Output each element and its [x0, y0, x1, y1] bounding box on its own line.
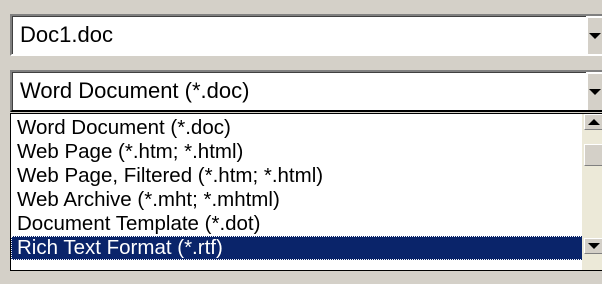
list-option-mht[interactable]: Web Archive (*.mht; *.mhtml): [11, 188, 583, 212]
scroll-up-icon: [587, 119, 600, 125]
dropdown-arrow-icon: [589, 89, 601, 95]
filename-field[interactable]: Doc1.doc: [10, 14, 602, 56]
list-option-dot[interactable]: Document Template (*.dot): [11, 212, 583, 236]
scroll-up-button[interactable]: [584, 114, 602, 130]
scroll-down-icon: [587, 243, 600, 249]
list-option-htm[interactable]: Web Page (*.htm; *.html): [11, 140, 583, 164]
save-as-type-combo[interactable]: Word Document (*.doc): [10, 70, 602, 112]
list-scrollbar[interactable]: [582, 114, 602, 270]
list-option-rtf[interactable]: Rich Text Format (*.rtf): [11, 236, 583, 260]
list-option-htm-filtered[interactable]: Web Page, Filtered (*.htm; *.html): [11, 164, 583, 188]
save-as-type-list[interactable]: Word Document (*.doc) Web Page (*.htm; *…: [10, 113, 602, 271]
scroll-thumb[interactable]: [584, 144, 602, 166]
filename-dropdown-button[interactable]: [586, 16, 602, 54]
save-as-type-dropdown-button[interactable]: [586, 72, 602, 110]
filename-value: Doc1.doc: [20, 22, 113, 47]
scroll-down-button[interactable]: [584, 238, 602, 254]
list-option-doc[interactable]: Word Document (*.doc): [11, 116, 583, 140]
save-as-type-selected: Word Document (*.doc): [20, 78, 250, 103]
dropdown-arrow-icon: [589, 33, 601, 39]
